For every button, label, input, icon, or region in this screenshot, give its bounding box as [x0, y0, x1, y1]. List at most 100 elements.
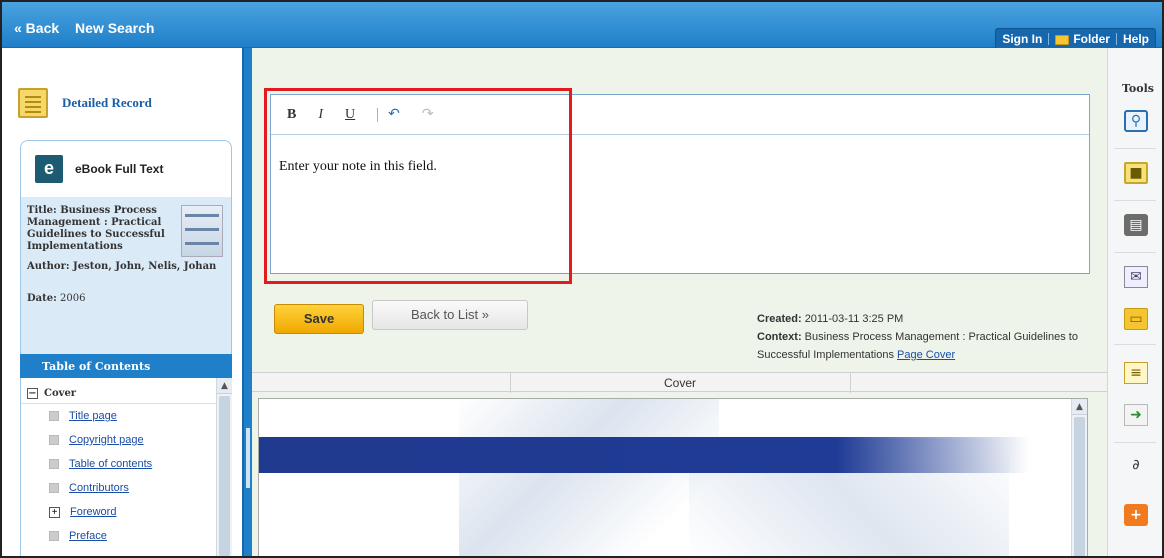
toc-item[interactable]: + Foreword [21, 500, 232, 524]
book-date: Date: 2006 [27, 293, 225, 305]
permalink-icon[interactable]: ∂ [1124, 454, 1148, 476]
italic-button[interactable]: I [318, 107, 323, 123]
add-icon[interactable]: + [1124, 504, 1148, 526]
folder-link[interactable]: Folder [1073, 32, 1110, 46]
toc-header: Table of Contents [20, 354, 232, 378]
folder-icon [1055, 34, 1070, 45]
save-button[interactable]: Save [274, 304, 364, 334]
toc-link-contributors[interactable]: Contributors [69, 482, 129, 494]
detailed-record-icon [18, 88, 48, 118]
toolbar-divider [377, 107, 379, 122]
page-cover-link[interactable]: Page Cover [897, 349, 955, 361]
underline-button[interactable]: U [345, 107, 355, 123]
toc-cover-label: Cover [44, 388, 77, 399]
toc-scrollbar[interactable]: ▲ [216, 378, 232, 556]
collapse-icon[interactable]: − [27, 388, 38, 399]
scroll-up-icon[interactable]: ▲ [1072, 399, 1087, 415]
page-viewer: ▲ [258, 398, 1088, 556]
divider [1048, 32, 1050, 45]
redo-icon[interactable]: ↷ [422, 106, 434, 123]
page-icon [49, 411, 59, 421]
app-window: « Back New Search Sign In Folder Help De… [0, 0, 1164, 558]
document-icon[interactable]: ≡ [1124, 362, 1148, 384]
created-label: Created: [757, 313, 802, 325]
divider [1114, 200, 1156, 201]
page-tab-bar: Cover [252, 372, 1107, 393]
folder-icon[interactable]: ▭ [1124, 308, 1148, 330]
scroll-thumb[interactable] [1074, 417, 1085, 556]
toc-cover-node[interactable]: − Cover [21, 378, 232, 404]
back-to-list-button[interactable]: Back to List » [372, 300, 528, 330]
top-nav-links: « Back New Search [14, 20, 166, 36]
scroll-up-icon[interactable]: ▲ [217, 378, 232, 394]
date-label: Date: [27, 293, 57, 304]
cover-tab[interactable]: Cover [510, 376, 850, 390]
new-search-link[interactable]: New Search [75, 20, 154, 36]
author-value: Jeston, John, Nelis, Johan [73, 261, 217, 272]
toc-link-title-page[interactable]: Title page [69, 410, 117, 422]
toc-item[interactable]: Contributors [21, 476, 232, 500]
splitter-grip[interactable] [246, 428, 250, 488]
toc-item[interactable]: Table of contents [21, 452, 232, 476]
toc-link-copyright-page[interactable]: Copyright page [69, 434, 144, 446]
print-icon[interactable]: ▤ [1124, 214, 1148, 236]
help-link[interactable]: Help [1123, 32, 1149, 46]
divider [1115, 32, 1117, 45]
note-icon[interactable]: ■ [1124, 162, 1148, 184]
bold-button[interactable]: B [287, 107, 296, 123]
detailed-record-link[interactable]: Detailed Record [18, 88, 152, 118]
toc-item[interactable]: Copyright page [21, 428, 232, 452]
expand-icon[interactable]: + [49, 506, 60, 518]
divider [1114, 344, 1156, 345]
tools-panel: Tools ⚲ ■ ▤ ✉ ▭ ≡ ➜ ∂ + [1107, 48, 1162, 556]
toc-item[interactable]: Preface [21, 524, 232, 548]
book-cover-thumbnail[interactable] [181, 205, 223, 257]
toc-link-preface[interactable]: Preface [69, 530, 107, 542]
toc-link-foreword[interactable]: Foreword [70, 506, 116, 518]
top-navigation-bar: « Back New Search Sign In Folder Help [2, 2, 1162, 48]
toc-item[interactable]: Title page [21, 404, 232, 428]
editor-toolbar: B I U ↶ ↷ [271, 95, 1089, 135]
panel-splitter[interactable] [242, 48, 252, 556]
note-editor: B I U ↶ ↷ Enter your note in this field. [270, 94, 1090, 274]
table-of-contents: − Cover Title page Copyright page Table … [20, 378, 232, 556]
divider [850, 373, 851, 393]
left-sidebar: Detailed Record e eBook Full Text Title:… [2, 48, 242, 556]
ebook-metadata: Title: Business Process Management : Pra… [21, 197, 231, 357]
ebook-label: eBook Full Text [75, 162, 164, 176]
book-title: Title: Business Process Management : Pra… [27, 205, 175, 253]
author-label: Author: [27, 261, 70, 272]
page-icon [49, 483, 59, 493]
divider [1114, 148, 1156, 149]
page-icon [49, 531, 59, 541]
context-label: Context: [757, 331, 802, 343]
back-link[interactable]: « Back [14, 20, 59, 36]
note-metadata: Created: 2011-03-11 3:25 PM Context: Bus… [757, 310, 1107, 364]
ebook-panel: e eBook Full Text Title: Business Proces… [20, 140, 232, 358]
tools-title: Tools [1122, 82, 1154, 95]
undo-icon[interactable]: ↶ [388, 106, 400, 123]
divider [1114, 252, 1156, 253]
cover-band [259, 437, 1029, 473]
export-icon[interactable]: ➜ [1124, 404, 1148, 426]
page-icon [49, 459, 59, 469]
note-text-field[interactable]: Enter your note in this field. [271, 135, 1089, 199]
cover-graphic [459, 399, 719, 556]
created-row: Created: 2011-03-11 3:25 PM [757, 310, 1107, 328]
context-row: Context: Business Process Management : P… [757, 328, 1107, 364]
toc-link-table-of-contents[interactable]: Table of contents [69, 458, 152, 470]
email-icon[interactable]: ✉ [1124, 266, 1148, 288]
account-links: Sign In Folder Help [995, 28, 1156, 48]
title-label: Title: [27, 205, 57, 216]
magnifier-icon[interactable]: ⚲ [1124, 110, 1148, 132]
divider [1114, 442, 1156, 443]
created-value: 2011-03-11 3:25 PM [804, 313, 904, 325]
main-content: B I U ↶ ↷ Enter your note in this field.… [252, 48, 1107, 556]
viewer-scrollbar[interactable]: ▲ [1071, 399, 1087, 556]
page-icon [49, 435, 59, 445]
sign-in-link[interactable]: Sign In [1002, 32, 1042, 46]
detailed-record-label: Detailed Record [62, 95, 152, 110]
scroll-thumb[interactable] [219, 396, 230, 556]
book-author: Author: Jeston, John, Nelis, Johan [27, 261, 225, 273]
ebook-icon: e [35, 155, 63, 183]
